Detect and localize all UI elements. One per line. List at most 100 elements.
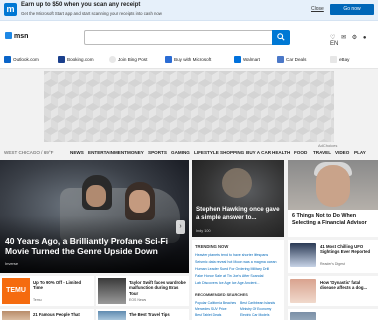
card-title[interactable]: The Best Travel Tips [129,312,170,317]
card-thumbnail [290,312,316,320]
search-chip[interactable]: Best Caribbean Islands [240,301,275,305]
promo-go-button[interactable]: Go now [330,4,374,15]
card-image-person [222,168,252,198]
card-title[interactable]: Up To 90% Off - Limited Time [33,280,91,291]
search-input[interactable] [84,30,290,45]
trending-item[interactable]: Fake Honor Sale at Tin Joe's After Scand… [195,274,263,278]
nav-lifestyle[interactable]: LIFESTYLE [194,150,219,155]
news-card-famous[interactable]: 21 Famous People That [0,309,94,320]
hero-image-face [129,190,150,213]
news-card-swift[interactable]: Taylor Swift faces wardrobe malfunction … [96,276,189,306]
trending-item[interactable]: Lab Discovers Ice Age Ice Age Ancient... [195,281,260,285]
nav-health[interactable]: HEALTH [272,150,290,155]
card-thumbnail [2,311,30,320]
microsoft-start-logo-icon: m [4,3,17,16]
search-chip[interactable]: Popular California Beaches [195,301,236,305]
booking-icon [58,56,65,63]
card-title[interactable]: 6 Things Not to Do When Selecting a Fina… [292,213,378,227]
quick-link-ebay[interactable]: eBay [330,56,349,63]
card-source: EOS News [129,298,147,302]
weather-location[interactable]: WEST CHICAGO / 69°F [4,150,53,155]
search-chip[interactable]: Mercedes SUV Price [195,307,226,311]
trending-panel: TRENDING NOW Heavier planets tend to hav… [192,240,284,320]
hero-source: Inverse [5,261,19,266]
trending-item[interactable]: Seismic data reveal hot Moon was a magma… [195,260,277,264]
card-thumbnail [98,278,126,304]
search-chip[interactable]: Electric Car Models [240,313,269,317]
car-icon [277,56,284,63]
search-icon [277,33,285,41]
outlook-icon [4,56,11,63]
card-title[interactable]: 41 Most Chilling UFO Sightings Ever Repo… [320,244,376,255]
quick-link-outlook[interactable]: Outlook.com [4,56,39,63]
language-label[interactable]: EN [330,41,338,47]
card-title[interactable]: Taylor Swift faces wardrobe malfunction … [129,280,187,296]
hero-card[interactable]: 40 Years Ago, a Brilliantly Profane Sci-… [0,160,189,273]
account-avatar-icon[interactable]: ● [363,35,367,41]
notifications-icon[interactable]: ✉ [341,34,346,41]
nav-sports[interactable]: SPORTS [148,150,167,155]
quick-link-label: Walmart [243,57,260,62]
quick-link-bing[interactable]: Join Bing Post [109,56,147,63]
nav-play[interactable]: PLAY [354,150,366,155]
card-title[interactable]: How 'Dynastic' fatal disease affects a d… [320,280,376,291]
card-thumbnail [290,243,316,267]
msn-butterfly-icon [5,32,12,39]
nav-gaming[interactable]: GAMING [171,150,190,155]
search-button[interactable] [272,30,290,45]
quick-link-label: Join Bing Post [118,57,148,62]
temu-logo: TEMU [2,278,30,304]
recommended-heading: RECOMMENDED SEARCHES [195,293,248,297]
promo-subtitle: Get the Microsoft Start app and start sc… [21,11,162,16]
quick-link-microsoft[interactable]: Buy with Microsoft [165,56,211,63]
trending-heading: TRENDING NOW [195,244,229,249]
quick-link-label: eBay [339,57,350,62]
nav-news[interactable]: NEWS [70,150,84,155]
carousel-next-icon[interactable]: › [176,220,185,234]
nav-video[interactable]: VIDEO [335,150,349,155]
advertisement-banner[interactable] [44,71,334,142]
trending-item[interactable]: Human Leader Sued For Ordering Military … [195,267,269,271]
search-chip[interactable]: Ministry Of Economy [240,307,271,311]
nav-food[interactable]: FOOD [294,150,307,155]
quick-link-walmart[interactable]: Walmart [234,56,260,63]
header: msn ♡ ✉ ⚙ ● EN [0,21,378,51]
sponsored-card-temu[interactable]: TEMU Up To 90% Off - Limited Time Temu [0,276,94,306]
promo-close-link[interactable]: Close [311,6,324,12]
nav-shopping[interactable]: SHOPPING [220,150,244,155]
quick-link-label: Booking.com [67,57,94,62]
trending-item[interactable]: Heavier planets tend to have shorter lif… [195,253,268,257]
news-card-travel[interactable]: The Best Travel Tips [96,309,189,320]
quick-link-label: Buy with Microsoft [174,57,212,62]
ebay-icon [330,56,337,63]
news-card-dog[interactable]: How 'Dynastic' fatal disease affects a d… [288,276,378,306]
nav-money[interactable]: MONEY [127,150,144,155]
card-thumbnail [98,311,126,320]
msn-logo[interactable]: msn [5,32,28,40]
card-title[interactable]: 21 Famous People That [33,312,80,317]
nav-buy-a-car[interactable]: BUY A CAR [246,150,271,155]
quick-links-bar: Outlook.com Booking.com Join Bing Post B… [0,51,378,69]
hero-title[interactable]: 40 Years Ago, a Brilliantly Profane Sci-… [5,236,185,256]
news-card-advisor[interactable]: 6 Things Not to Do When Selecting a Fina… [288,160,378,237]
news-card-hawking[interactable]: Stephen Hawking once gave a simple answe… [192,160,284,237]
promo-banner: m Earn up to $50 when you scan any recei… [0,0,378,21]
header-icons: ♡ ✉ ⚙ ● EN [330,34,378,47]
rewards-icon[interactable]: ♡ [330,34,335,41]
news-card-ufo[interactable]: 41 Most Chilling UFO Sightings Ever Repo… [288,240,378,273]
msn-brand-text: msn [14,33,29,40]
quick-link-label: Outlook.com [13,57,39,62]
nav-entertainment[interactable]: ENTERTAINMENT [88,150,127,155]
quick-link-car-deals[interactable]: Car Deals [277,56,306,63]
settings-gear-icon[interactable]: ⚙ [352,34,357,41]
search-chip[interactable]: Best Tablet Deals [195,313,221,317]
hero-image-face [86,185,106,207]
promo-title: Earn up to $50 when you scan any receipt [21,2,141,8]
category-nav: WEST CHICAGO / 69°F NEWS ENTERTAINMENT M… [0,148,378,160]
walmart-icon [234,56,241,63]
news-card-partial[interactable] [288,309,378,320]
card-title[interactable]: Stephen Hawking once gave a simple answe… [196,206,282,222]
quick-link-label: Car Deals [286,57,307,62]
quick-link-booking[interactable]: Booking.com [58,56,94,63]
nav-travel[interactable]: TRAVEL [313,150,331,155]
